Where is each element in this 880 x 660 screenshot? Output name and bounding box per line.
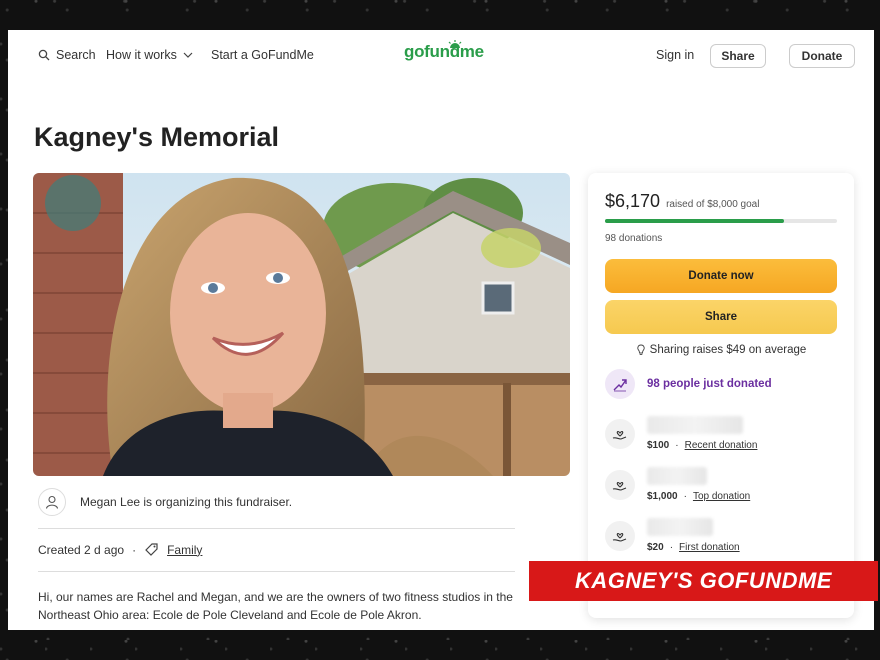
donor-badge xyxy=(605,419,635,449)
trend-badge xyxy=(605,369,635,399)
donate-now-button[interactable]: Donate now xyxy=(605,259,837,293)
donor-badge xyxy=(605,521,635,551)
heart-hand-icon xyxy=(612,482,627,491)
trend-text: 98 people just donated xyxy=(647,378,772,390)
user-icon xyxy=(45,495,59,509)
search-link[interactable]: Search xyxy=(38,48,96,62)
donation-label-link[interactable]: First donation xyxy=(679,542,740,553)
trending-up-icon xyxy=(613,379,627,392)
chevron-down-icon xyxy=(183,52,193,58)
dot-separator: · xyxy=(675,440,679,451)
lightbulb-icon xyxy=(637,344,645,355)
raised-amount: $6,170 xyxy=(605,191,661,211)
raised-summary: $6,170 raised of $8,000 goal xyxy=(605,191,759,212)
search-label: Search xyxy=(56,48,96,62)
page-title: Kagney's Memorial xyxy=(34,122,280,152)
share-button-top[interactable]: Share xyxy=(710,44,766,68)
start-label: Start a GoFundMe xyxy=(211,48,314,62)
logo-text: gofundme xyxy=(404,42,484,61)
donation-item: $100 · Recent donation xyxy=(605,416,757,451)
donor-badge xyxy=(605,470,635,500)
dot-separator: · xyxy=(669,542,674,553)
how-it-works-menu[interactable]: How it works xyxy=(106,48,193,62)
donor-name-redacted xyxy=(647,416,743,434)
start-gofundme-link[interactable]: Start a GoFundMe xyxy=(211,48,314,62)
tag-icon xyxy=(145,543,158,556)
category-link[interactable]: Family xyxy=(167,543,202,557)
donation-card: $6,170 raised of $8,000 goal 98 donation… xyxy=(588,173,854,618)
divider xyxy=(38,571,515,572)
progress-bar xyxy=(605,219,837,223)
search-icon xyxy=(38,49,50,61)
sign-in-link[interactable]: Sign in xyxy=(656,48,694,62)
goal-text: raised of $8,000 goal xyxy=(666,199,760,210)
donor-name-redacted xyxy=(647,518,713,536)
campaign-meta: Created 2 d ago · Family xyxy=(38,542,202,557)
top-nav: Search How it works Start a GoFundMe gof… xyxy=(8,30,874,84)
campaign-story: Hi, our names are Rachel and Megan, and … xyxy=(38,590,513,622)
gofundme-page: Search How it works Start a GoFundMe gof… xyxy=(8,30,874,630)
gofundme-logo[interactable]: gofundme xyxy=(404,40,484,62)
progress-fill xyxy=(605,219,784,223)
donation-amount: $1,000 xyxy=(647,491,678,502)
dot-separator: · xyxy=(132,542,137,557)
overlay-banner: KAGNEY'S GOFUNDME xyxy=(529,561,878,601)
donate-button-top[interactable]: Donate xyxy=(789,44,855,68)
donation-label-link[interactable]: Top donation xyxy=(693,491,750,502)
heart-hand-icon xyxy=(612,533,627,542)
organizer-row: Megan Lee is organizing this fundraiser. xyxy=(38,488,292,516)
donation-item: $20 · First donation xyxy=(605,518,740,553)
created-text: Created 2 d ago xyxy=(38,542,125,557)
sharing-text: Sharing raises $49 on average xyxy=(649,344,807,356)
donor-name-redacted xyxy=(647,467,707,485)
share-button[interactable]: Share xyxy=(605,300,837,334)
divider xyxy=(38,528,515,529)
logo-sun-icon xyxy=(448,40,462,48)
donation-amount: $20 xyxy=(647,542,664,553)
donation-label-link[interactable]: Recent donation xyxy=(685,440,758,451)
donation-amount: $100 xyxy=(647,440,670,451)
donations-count: 98 donations xyxy=(605,233,663,244)
donation-item: $1,000 · Top donation xyxy=(605,467,750,502)
dot-separator: · xyxy=(683,491,687,502)
organizer-text: Megan Lee is organizing this fundraiser. xyxy=(80,495,293,509)
avatar[interactable] xyxy=(38,488,66,516)
how-it-works-label: How it works xyxy=(106,48,177,62)
campaign-photo[interactable] xyxy=(33,173,570,476)
heart-hand-icon xyxy=(612,431,627,440)
sharing-note: Sharing raises $49 on average xyxy=(588,344,854,356)
trend-row: 98 people just donated xyxy=(605,369,772,399)
